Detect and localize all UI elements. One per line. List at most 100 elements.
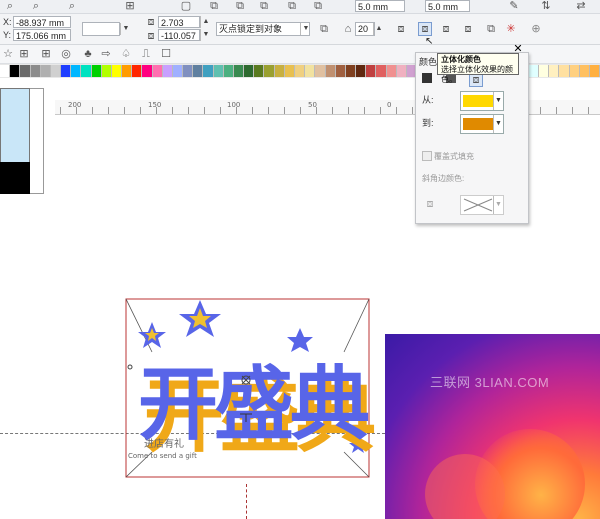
palette-swatch[interactable] <box>264 65 275 77</box>
overprint-checkbox[interactable] <box>422 151 432 161</box>
palette-swatch[interactable] <box>294 65 306 77</box>
zoom-fit-icon[interactable]: ⌕ <box>66 0 78 12</box>
chevron-down-icon[interactable]: ▼ <box>493 92 503 110</box>
node-icon[interactable]: ⇅ <box>540 0 552 12</box>
x-position-field[interactable]: -88.937 mm <box>13 16 71 28</box>
shapes-icon[interactable]: ♣ <box>82 48 94 60</box>
palette-swatch[interactable] <box>569 65 580 77</box>
palette-swatch[interactable] <box>274 65 285 77</box>
palette-swatch[interactable] <box>589 65 600 77</box>
palette-swatch[interactable] <box>81 65 92 77</box>
extrude-color-icon[interactable]: ⧈ <box>418 22 432 36</box>
transform-icon[interactable]: ⇄ <box>575 0 587 12</box>
palette-swatch[interactable] <box>528 65 540 77</box>
extrude-type-dropdown[interactable] <box>82 22 120 36</box>
copy-vp-icon[interactable]: ⧉ <box>318 23 330 35</box>
star-icon[interactable]: ☆ <box>2 48 14 60</box>
group-icon[interactable]: ⧉ <box>208 0 220 12</box>
copy-extrude-icon[interactable]: ⧉ <box>485 23 497 35</box>
palette-swatch[interactable] <box>356 65 367 77</box>
depth-field[interactable]: 2.703 mm <box>158 16 200 40</box>
palette-swatch[interactable] <box>233 65 245 77</box>
palette-swatch[interactable] <box>183 65 194 77</box>
depth-stepper[interactable]: ▲ <box>200 16 211 28</box>
palette-swatch[interactable] <box>539 65 550 77</box>
combine-icon[interactable]: ⧉ <box>234 0 246 12</box>
palette-swatch[interactable] <box>325 65 336 77</box>
extruded-text-artwork[interactable]: 开盛典 开盛典 进店有礼 Come to send a gift <box>122 292 382 492</box>
vanishing-mode-dropdown[interactable]: 灭点锁定到对象 <box>216 22 310 36</box>
palette-swatch[interactable] <box>50 65 62 77</box>
gradient-artwork[interactable] <box>385 334 600 519</box>
from-color-dropdown[interactable]: ▼ <box>460 91 504 111</box>
palette-swatch[interactable] <box>549 65 560 77</box>
palette-swatch[interactable] <box>579 65 590 77</box>
chevron-down-icon[interactable]: ▼ <box>300 23 311 35</box>
callout-icon[interactable]: ☐ <box>160 48 172 60</box>
outline-width-field-1[interactable]: 5.0 mm <box>355 0 405 12</box>
arrow-shapes-icon[interactable]: ⇨ <box>100 48 112 60</box>
weld-icon[interactable]: ⧉ <box>258 0 270 12</box>
add-icon[interactable]: ⊕ <box>530 23 542 35</box>
palette-swatch[interactable] <box>244 65 255 77</box>
palette-swatch[interactable] <box>91 65 102 77</box>
to-color-dropdown[interactable]: ▼ <box>460 114 504 134</box>
palette-swatch[interactable] <box>213 65 224 77</box>
table-icon[interactable]: ⊞ <box>40 48 52 60</box>
palette-swatch[interactable] <box>305 65 316 77</box>
palette-swatch[interactable] <box>254 65 265 77</box>
zoom-icon[interactable]: ⌕ <box>4 0 16 12</box>
clear-extrude-icon[interactable]: ✳ <box>505 23 517 35</box>
palette-swatch[interactable] <box>315 65 326 77</box>
spiral-icon[interactable]: ◎ <box>60 48 72 60</box>
extrude-lighting-icon[interactable]: ⧈ <box>462 23 474 35</box>
steps-stepper[interactable]: ▲ <box>373 23 384 35</box>
palette-swatch[interactable] <box>284 65 295 77</box>
outline-width-field-2[interactable]: 5.0 mm <box>425 0 470 12</box>
arrange-icon[interactable]: ▢ <box>180 0 192 12</box>
zoom-out-icon[interactable]: ⌕ <box>30 0 42 12</box>
palette-swatch[interactable] <box>376 65 387 77</box>
palette-swatch[interactable] <box>30 65 41 77</box>
grid-icon[interactable]: ⊞ <box>18 48 30 60</box>
banner-icon[interactable]: ⎍ <box>140 48 152 60</box>
palette-swatch[interactable] <box>0 65 11 77</box>
flowchart-icon[interactable]: ♤ <box>120 48 132 60</box>
chevron-down-icon[interactable]: ▼ <box>120 23 131 35</box>
palette-swatch[interactable] <box>111 65 123 77</box>
extrude-bevel-icon[interactable]: ⧈ <box>440 23 452 35</box>
pen-icon[interactable]: ✎ <box>508 0 520 12</box>
palette-swatch[interactable] <box>122 65 133 77</box>
align-icon[interactable]: ⊞ <box>124 0 136 12</box>
palette-swatch[interactable] <box>386 65 397 77</box>
depth-steps-field[interactable]: 20 <box>355 22 375 36</box>
use-object-fill-icon[interactable] <box>422 73 432 83</box>
palette-swatch[interactable] <box>132 65 143 77</box>
palette-swatch[interactable] <box>40 65 51 77</box>
palette-swatch[interactable] <box>396 65 407 77</box>
vanishing-point-y-field[interactable]: -110.057 m <box>158 29 200 53</box>
intersect-icon[interactable]: ⧉ <box>312 0 324 12</box>
palette-swatch[interactable] <box>345 65 357 77</box>
palette-swatch[interactable] <box>366 65 377 77</box>
bevel-color-dropdown[interactable]: ▼ <box>460 195 504 215</box>
palette-swatch[interactable] <box>10 65 21 77</box>
chevron-down-icon[interactable]: ▼ <box>493 115 503 133</box>
y-position-field[interactable]: 175.066 mm <box>13 29 71 41</box>
palette-swatch[interactable] <box>559 65 570 77</box>
palette-swatch[interactable] <box>20 65 31 77</box>
palette-swatch[interactable] <box>162 65 173 77</box>
main-title-text[interactable]: 开盛典 <box>138 358 373 451</box>
palette-swatch[interactable] <box>152 65 163 77</box>
trim-icon[interactable]: ⧉ <box>286 0 298 12</box>
palette-swatch[interactable] <box>71 65 82 77</box>
palette-swatch[interactable] <box>335 65 346 77</box>
extrude-rotation-icon[interactable]: ⧈ <box>395 23 407 35</box>
palette-swatch[interactable] <box>203 65 214 77</box>
palette-swatch[interactable] <box>193 65 204 77</box>
palette-swatch[interactable] <box>172 65 184 77</box>
palette-swatch[interactable] <box>142 65 153 77</box>
chevron-down-icon[interactable]: ▼ <box>493 196 503 214</box>
palette-swatch[interactable] <box>61 65 72 77</box>
palette-swatch[interactable] <box>223 65 234 77</box>
